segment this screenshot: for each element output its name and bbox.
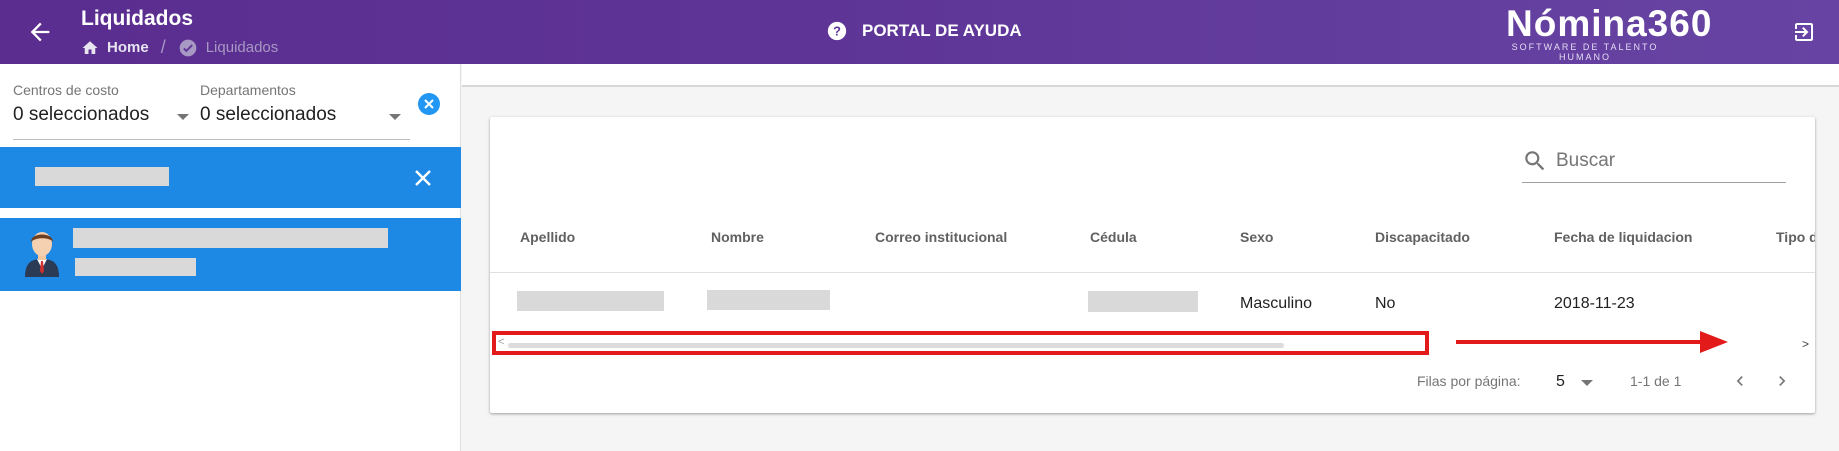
help-circle-icon: ?	[827, 21, 847, 41]
content-topbar	[462, 64, 1839, 87]
breadcrumb-separator: /	[160, 37, 166, 57]
cell-discapacitado: No	[1375, 295, 1396, 312]
redacted-employee-name	[73, 228, 388, 248]
brand-logo: Nómina360 SOFTWARE DE TALENTO HUMANO	[1506, 3, 1713, 63]
svg-text:?: ?	[833, 24, 841, 39]
breadcrumb: Home / Liquidados	[81, 37, 278, 58]
column-header-discapacitado[interactable]: Discapacitado	[1375, 229, 1470, 245]
redacted-employee-id	[75, 258, 196, 276]
search-input[interactable]	[1556, 147, 1776, 175]
brand-name: Nómina360	[1506, 3, 1713, 44]
redacted-search-text	[35, 167, 169, 186]
table-header-divider	[490, 272, 1815, 273]
breadcrumb-home[interactable]: Home	[81, 39, 149, 57]
help-portal-link[interactable]: ? PORTAL DE AYUDA	[826, 20, 1022, 42]
breadcrumb-current-label: Liquidados	[205, 39, 279, 56]
cell-sexo: Masculino	[1240, 295, 1313, 312]
employee-list-item[interactable]	[0, 218, 461, 291]
rows-per-page-select[interactable]: 5	[1556, 373, 1565, 391]
cost-center-value: 0 seleccionados	[13, 104, 150, 125]
help-portal-label: PORTAL DE AYUDA	[862, 21, 1022, 40]
column-header-sexo[interactable]: Sexo	[1240, 229, 1273, 245]
scroll-right-icon[interactable]: >	[1802, 337, 1809, 351]
logout-icon	[1795, 23, 1813, 41]
brand-tagline: SOFTWARE DE TALENTO HUMANO	[1511, 42, 1659, 62]
column-header-correo[interactable]: Correo institucional	[875, 229, 1007, 245]
avatar	[23, 225, 61, 282]
redacted-cedula	[1088, 291, 1198, 312]
pagination-range: 1-1 de 1	[1630, 373, 1682, 389]
column-header-apellido[interactable]: Apellido	[520, 229, 575, 245]
employee-search-bar[interactable]	[0, 147, 461, 208]
column-header-nombre[interactable]: Nombre	[711, 229, 764, 245]
breadcrumb-current: Liquidados	[178, 38, 279, 58]
filter-underline	[13, 139, 410, 140]
back-button[interactable]	[26, 18, 54, 46]
user-avatar-icon	[25, 232, 59, 277]
column-header-tipo[interactable]: Tipo de	[1776, 229, 1815, 245]
app-header: Liquidados Home / Liquidados ? PORTAL DE…	[0, 0, 1839, 64]
department-filter[interactable]: Departamentos 0 seleccionados	[200, 82, 336, 126]
column-header-cedula[interactable]: Cédula	[1090, 229, 1137, 245]
redacted-nombre	[707, 290, 830, 310]
chevron-down-icon[interactable]	[389, 114, 401, 120]
clear-filters-button[interactable]	[418, 93, 440, 115]
logout-button[interactable]	[1792, 20, 1816, 49]
rows-per-page-label: Filas por página:	[1417, 373, 1521, 389]
chevron-down-icon[interactable]	[177, 114, 189, 120]
chevron-left-icon	[1736, 376, 1743, 386]
department-value: 0 seleccionados	[200, 104, 337, 125]
redacted-apellido	[517, 291, 664, 311]
breadcrumb-home-label: Home	[107, 39, 149, 56]
cell-fecha: 2018-11-23	[1554, 295, 1635, 312]
prev-page-button[interactable]	[1730, 371, 1750, 396]
close-icon	[415, 170, 431, 186]
close-icon	[424, 99, 434, 109]
chevron-down-icon[interactable]	[1581, 380, 1593, 386]
annotation-arrow-icon	[1456, 329, 1732, 360]
table-search[interactable]	[1522, 141, 1786, 183]
department-label: Departamentos	[200, 82, 296, 98]
home-icon	[82, 40, 98, 54]
annotation-highlight-box	[492, 331, 1429, 355]
chevron-right-icon	[1779, 376, 1786, 386]
liquidated-table-card: Apellido Nombre Correo institucional Céd…	[490, 117, 1815, 413]
sidebar: Centros de costo 0 seleccionados Departa…	[0, 64, 461, 451]
next-page-button[interactable]	[1772, 371, 1792, 396]
search-icon	[1525, 151, 1545, 171]
close-search-button[interactable]	[413, 168, 433, 193]
arrow-left-icon	[30, 22, 50, 42]
check-circle-icon	[179, 39, 197, 56]
cost-center-filter[interactable]: Centros de costo 0 seleccionados	[13, 82, 149, 126]
page-title: Liquidados	[81, 7, 193, 30]
column-header-fecha[interactable]: Fecha de liquidacion	[1554, 229, 1692, 245]
cost-center-label: Centros de costo	[13, 82, 119, 98]
